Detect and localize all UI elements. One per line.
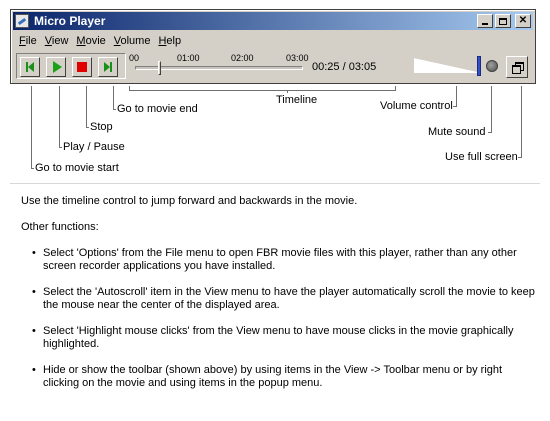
window-title: Micro Player [34,14,106,28]
timeline-tick: 01:00 [177,53,200,63]
callout-line [59,147,62,148]
callout-mute-sound: Mute sound [428,126,486,138]
menu-bar: File View Movie Volume Help [15,32,185,50]
maximize-icon [499,17,507,25]
minimize-button[interactable] [477,14,493,28]
help-other-heading: Other functions: [21,221,99,233]
callout-line [59,86,60,148]
callout-go-to-movie-start: Go to movie start [35,162,119,174]
help-intro: Use the timeline control to jump forward… [21,195,358,207]
transport-controls [16,53,126,79]
stop-icon [77,62,87,72]
menu-help[interactable]: Help [154,35,185,47]
callout-go-to-movie-end: Go to movie end [117,103,198,115]
callout-line [491,86,492,133]
timeline-tick: 00 [129,53,140,63]
callout-use-full-screen: Use full screen [445,151,518,163]
play-icon [52,61,62,73]
help-list: Select 'Options' from the File menu to o… [21,247,536,390]
menu-file[interactable]: File [15,35,41,47]
skip-to-end-icon [104,62,112,72]
callout-line [395,86,396,91]
maximize-button[interactable] [495,14,511,28]
callout-line [113,86,114,110]
timeline-tick: 02:00 [231,53,254,63]
title-bar: Micro Player ✕ [13,12,533,30]
close-icon: ✕ [518,15,528,26]
mute-icon[interactable] [486,60,498,72]
callout-line [31,86,32,169]
callout-timeline: Timeline [276,94,318,106]
go-to-start-button[interactable] [20,57,40,77]
callout-line [521,86,522,158]
callout-line [453,106,457,107]
callout-line [518,157,522,158]
minimize-icon [482,23,488,25]
go-to-end-button[interactable] [98,57,118,77]
volume-slider[interactable] [414,58,478,73]
list-item: Select the 'Autoscroll' item in the View… [32,286,536,312]
callout-stop: Stop [90,121,113,133]
app-icon[interactable] [15,14,29,28]
divider [10,183,540,184]
list-item: Select 'Options' from the File menu to o… [32,247,536,273]
fullscreen-icon [512,62,524,74]
callout-line [456,86,457,107]
callout-line [129,90,396,91]
callout-line [287,90,288,93]
callout-play-pause: Play / Pause [63,141,125,153]
help-text: Use the timeline control to jump forward… [21,195,536,403]
timeline: 00 01:00 02:00 03:00 00:25 / 03:05 [129,53,407,79]
skip-to-start-icon [26,62,34,72]
callout-line [86,86,87,128]
player-toolbar: 00 01:00 02:00 03:00 00:25 / 03:05 [14,51,532,82]
callout-line [113,109,116,110]
menu-volume[interactable]: Volume [110,35,155,47]
close-button[interactable]: ✕ [515,14,531,28]
callout-volume-control: Volume control [380,100,453,112]
player-window: Micro Player ✕ File View Movie Volume He… [10,9,536,84]
menu-movie[interactable]: Movie [72,35,109,47]
volume-control [410,53,502,79]
callout-line [31,168,34,169]
timeline-tick: 03:00 [286,53,309,63]
time-readout: 00:25 / 03:05 [312,61,377,73]
callout-line [86,127,89,128]
menu-view[interactable]: View [41,35,73,47]
play-pause-button[interactable] [46,57,66,77]
fullscreen-button[interactable] [506,56,528,78]
timeline-thumb[interactable] [158,61,161,75]
list-item: Select 'Highlight mouse clicks' from the… [32,325,536,351]
stop-button[interactable] [72,57,92,77]
callout-line [488,132,492,133]
volume-thumb[interactable] [477,56,481,76]
list-item: Hide or show the toolbar (shown above) b… [32,364,536,390]
